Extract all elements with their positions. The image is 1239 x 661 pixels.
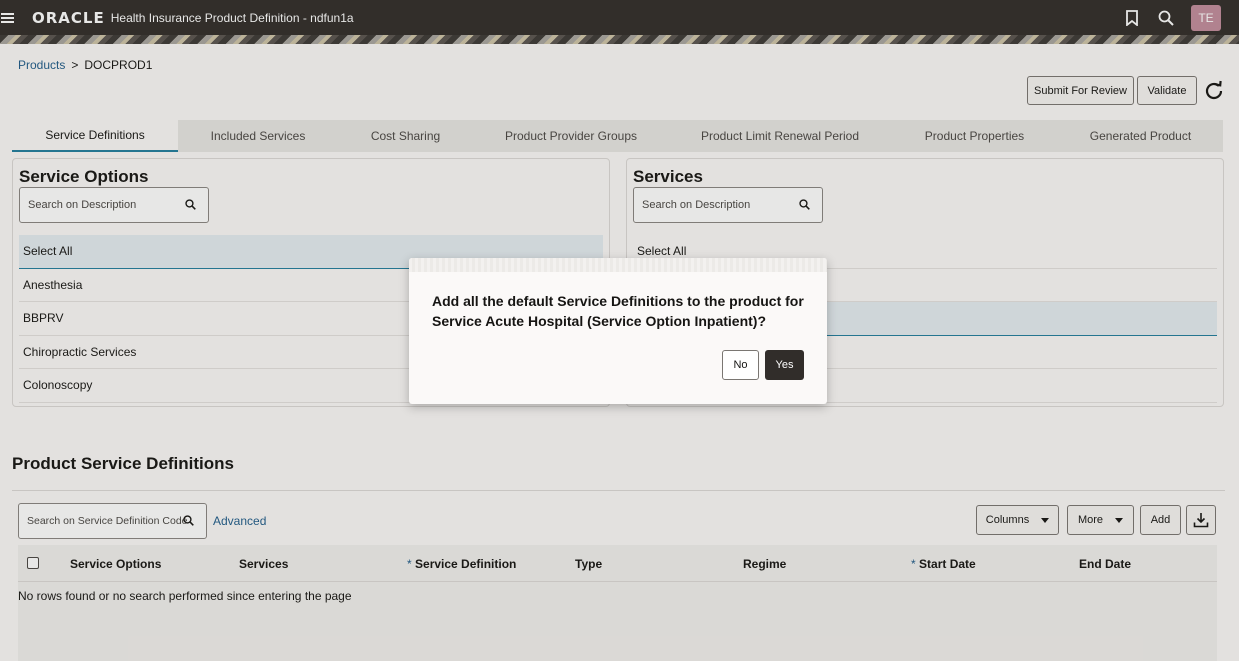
dialog-message: Add all the default Service Definitions … xyxy=(432,293,804,329)
dialog-header xyxy=(409,258,827,272)
no-button[interactable]: No xyxy=(722,350,759,380)
yes-button[interactable]: Yes xyxy=(765,350,804,380)
confirmation-dialog: Add all the default Service Definitions … xyxy=(409,258,827,404)
